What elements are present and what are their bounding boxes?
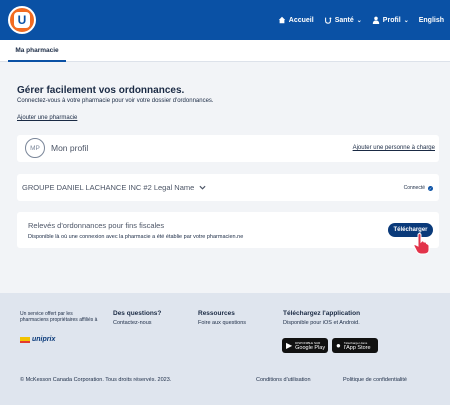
footer-tagline: Un service offert par les pharmaciens pr… bbox=[20, 311, 98, 323]
footer-resources: Ressources Foire aux questions bbox=[198, 310, 246, 326]
main-nav: Accueil Santé ⌄ Profil ⌄ English bbox=[278, 0, 444, 40]
privacy-link[interactable]: Politique de confidentialité bbox=[343, 377, 407, 383]
profile-label: Mon profil bbox=[51, 143, 89, 153]
nav-health-label: Santé bbox=[334, 16, 354, 24]
nav-language[interactable]: English bbox=[419, 17, 444, 24]
pharmacy-name: GROUPE DANIEL LACHANCE INC #2 Legal Name bbox=[22, 183, 195, 192]
user-icon bbox=[372, 16, 379, 24]
resources-title: Ressources bbox=[198, 310, 235, 317]
uniprix-mark-icon bbox=[20, 336, 30, 343]
nav-home[interactable]: Accueil bbox=[278, 16, 314, 24]
avatar: MP bbox=[25, 138, 45, 158]
contact-link[interactable]: Contactez-nous bbox=[113, 320, 161, 326]
logo-mark: U bbox=[14, 12, 30, 28]
status-text: Connecté bbox=[403, 185, 425, 191]
nav-profile[interactable]: Profil ⌄ bbox=[372, 16, 409, 24]
play-icon: ▶ bbox=[286, 341, 293, 350]
copyright: © McKesson Canada Corporation. Tous droi… bbox=[20, 377, 172, 383]
uniprix-wordmark: uniprix bbox=[32, 336, 56, 343]
tax-receipts-title: Relevés d'ordonnances pour fins fiscales bbox=[28, 221, 165, 230]
chevron-down-icon: ⌄ bbox=[356, 17, 362, 24]
profile-card[interactable]: MP Mon profil Ajouter une personne à cha… bbox=[17, 135, 439, 162]
questions-title: Des questions? bbox=[113, 310, 162, 317]
pharmacy-card[interactable]: GROUPE DANIEL LACHANCE INC #2 Legal Name… bbox=[17, 174, 439, 201]
google-play-badge[interactable]: ▶ DISPONIBLE SUR Google Play bbox=[282, 338, 328, 353]
intro-section: Gérer facilement vos ordonnances. Connec… bbox=[17, 85, 214, 124]
page-title: Gérer facilement vos ordonnances. bbox=[17, 85, 185, 96]
add-pharmacy-link[interactable]: Ajouter une pharmacie bbox=[17, 115, 77, 121]
terms-link[interactable]: Conditions d'utilisation bbox=[256, 377, 311, 383]
health-icon bbox=[324, 17, 332, 24]
chevron-down-icon: ⌄ bbox=[403, 17, 409, 24]
logo[interactable]: U bbox=[8, 6, 36, 34]
check-icon: ✓ bbox=[428, 185, 433, 191]
chevron-down-icon bbox=[199, 185, 206, 190]
footer-questions: Des questions? Contactez-nous bbox=[113, 310, 161, 326]
home-icon bbox=[278, 16, 285, 24]
google-play-text: Google Play bbox=[295, 344, 326, 351]
top-bar: U Accueil Santé ⌄ Profil ⌄ English bbox=[0, 0, 450, 40]
intro-description: Connectez-vous à votre pharmacie pour vo… bbox=[17, 98, 214, 104]
tax-receipts-description: Disponible là où une connexion avec la p… bbox=[28, 234, 244, 240]
faq-link[interactable]: Foire aux questions bbox=[198, 320, 246, 326]
pharmacy-selector[interactable]: GROUPE DANIEL LACHANCE INC #2 Legal Name bbox=[22, 183, 206, 192]
app-store-badge[interactable]: ● Télécharger dans l'App Store bbox=[332, 338, 378, 353]
nav-health[interactable]: Santé ⌄ bbox=[324, 16, 362, 24]
connection-status: Connecté ✓ bbox=[404, 185, 433, 191]
add-dependent-link[interactable]: Ajouter une personne à charge bbox=[353, 145, 435, 151]
download-description: Disponible pour iOS et Android. bbox=[283, 320, 360, 326]
footer: Un service offert par les pharmaciens pr… bbox=[0, 293, 450, 405]
sub-nav: Ma pharmacie bbox=[0, 40, 450, 62]
uniprix-logo: uniprix bbox=[20, 336, 55, 343]
apple-icon: ● bbox=[336, 341, 341, 350]
hand-pointer-cursor-icon bbox=[413, 233, 430, 255]
footer-download: Téléchargez l'application Disponible pou… bbox=[283, 310, 360, 326]
tab-my-pharmacy[interactable]: Ma pharmacie bbox=[8, 40, 66, 62]
tax-receipts-card: Relevés d'ordonnances pour fins fiscales… bbox=[17, 212, 439, 248]
download-title: Téléchargez l'application bbox=[283, 310, 361, 317]
nav-home-label: Accueil bbox=[288, 16, 314, 24]
nav-profile-label: Profil bbox=[382, 16, 401, 24]
app-store-text: l'App Store bbox=[343, 344, 371, 351]
nav-language-label: English bbox=[418, 16, 444, 24]
